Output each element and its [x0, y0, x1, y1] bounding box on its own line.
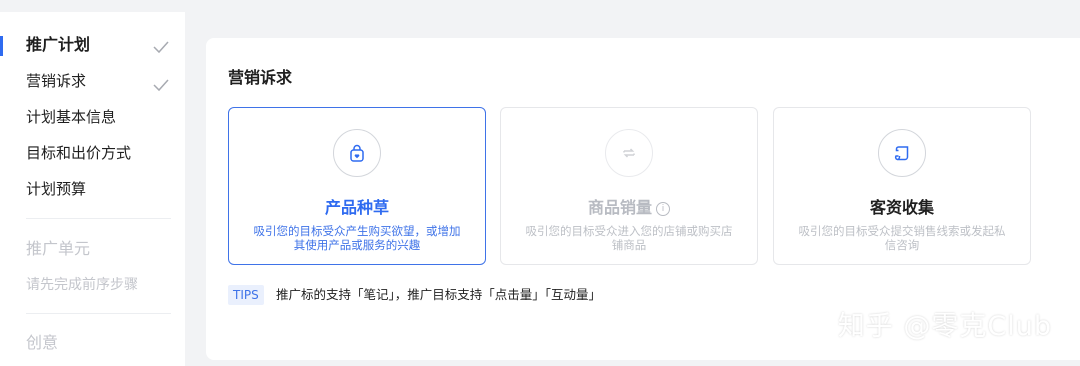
step-campaign[interactable]: 推广计划 [26, 34, 90, 56]
card-description: 吸引您的目标受众进入您的店铺或购买店铺商品 [525, 224, 733, 252]
watermark: 知乎 @零克Club [837, 311, 1052, 342]
card-title: 客资收集 [869, 198, 934, 217]
divider [26, 313, 171, 314]
step-bidding[interactable]: 目标和出价方式 [26, 142, 131, 164]
card-lead-collection[interactable]: 客资收集 吸引您的目标受众提交销售线索或发起私信咨询 [773, 107, 1031, 265]
step-ad-unit: 推广单元 [26, 239, 91, 258]
check-icon [153, 41, 169, 54]
card-description: 吸引您的目标受众产生购买欲望，或增加其使用产品或服务的兴趣 [253, 224, 461, 252]
ad-unit-hint: 请先完成前序步骤 [26, 277, 138, 293]
divider [26, 218, 171, 219]
step-creative: 创意 [26, 333, 59, 352]
tips-text: 推广标的支持「笔记」，推广目标支持「点击量」「互动量」 [276, 287, 602, 302]
bag-icon [333, 129, 381, 177]
scroll-icon [878, 129, 926, 177]
step-basic-info[interactable]: 计划基本信息 [26, 106, 116, 128]
tips-badge: TIPS [228, 285, 264, 305]
card-product-sales: 商品销量 i 吸引您的目标受众进入您的店铺或购买店铺商品 [500, 107, 758, 265]
section-title: 营销诉求 [228, 68, 293, 87]
sidebar: 推广计划 营销诉求 计划基本信息 目标和出价方式 计划预算 推广单元 请先完成前… [0, 12, 185, 366]
check-icon [153, 79, 169, 92]
card-description: 吸引您的目标受众提交销售线索或发起私信咨询 [798, 224, 1006, 252]
card-title: 产品种草 [324, 198, 389, 217]
info-icon[interactable]: i [656, 202, 670, 216]
card-product-seeding[interactable]: 产品种草 吸引您的目标受众产生购买欲望，或增加其使用产品或服务的兴趣 [228, 107, 486, 265]
active-step-indicator [0, 36, 3, 56]
step-marketing-goal[interactable]: 营销诉求 [26, 70, 86, 92]
card-title: 商品销量 i [501, 194, 757, 218]
step-budget[interactable]: 计划预算 [26, 178, 86, 200]
refresh-icon [605, 129, 653, 177]
